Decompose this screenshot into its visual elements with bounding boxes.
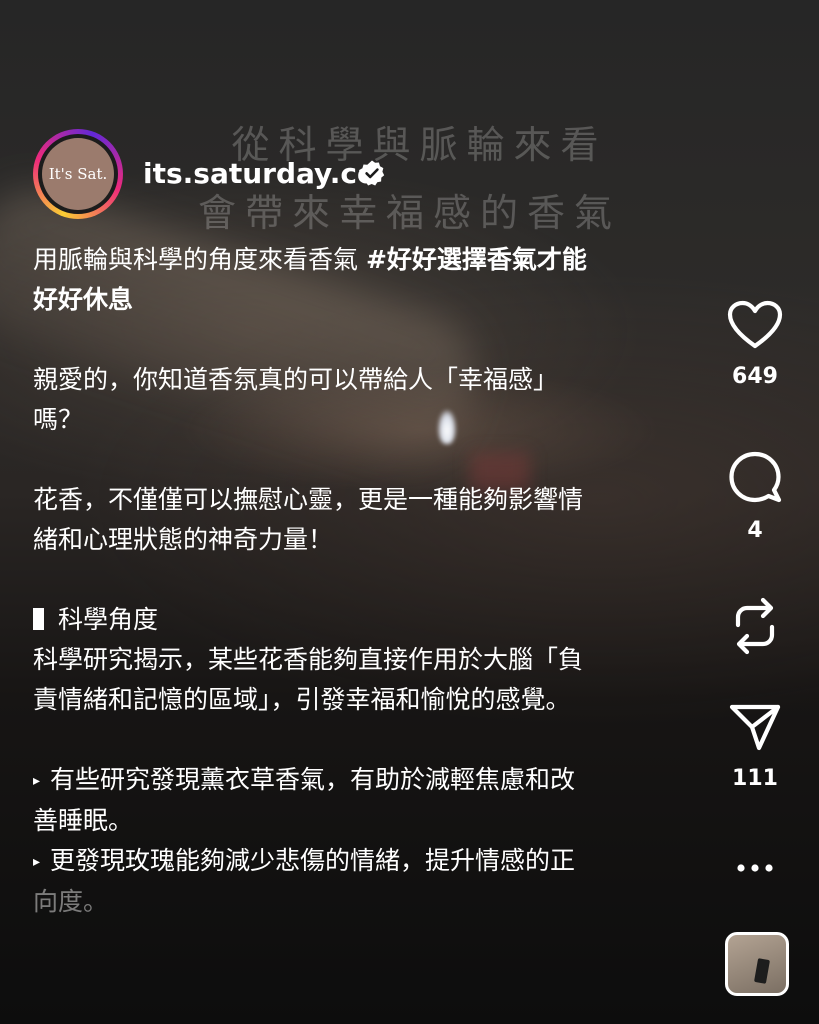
audio-thumbnail-image — [754, 958, 770, 984]
caption-headline: 用脈輪與科學的角度來看香氣 #好好選擇香氣才能 — [33, 240, 683, 280]
author-avatar[interactable]: It's Sat. — [42, 138, 114, 210]
caption-headline-text: 用脈輪與科學的角度來看香氣 — [33, 245, 366, 274]
video-overlay-title-line-1: 從科學與脈輪來看 — [231, 123, 608, 167]
bullet-1-text: 有些研究發現薰衣草香氣，有助於減輕焦慮和改 — [50, 765, 576, 794]
caption-bullet-1-line-2: 善睡眠。 — [33, 806, 134, 835]
caption-headline-continuation[interactable]: 好好休息 — [33, 280, 683, 320]
like-count: 649 — [732, 364, 778, 389]
author-avatar-story-ring[interactable]: It's Sat. — [33, 129, 123, 219]
caption-bullet-2-line-2: 向度。 — [33, 887, 109, 916]
paper-plane-icon[interactable] — [728, 702, 782, 752]
caption-paragraph-1-line-1: 親愛的，你知道香氛真的可以帶給人「幸福感」 — [33, 365, 559, 394]
caption-bullet-1-line-1: ▸ 有些研究發現薰衣草香氣，有助於減輕焦慮和改 — [33, 760, 683, 801]
avatar-ring-gap: It's Sat. — [38, 134, 118, 214]
section-heading-text: 科學角度 — [58, 605, 159, 634]
video-overlay-title-line-2: 會帶來幸福感的香氣 — [197, 191, 621, 235]
caption-paragraph-2-line-2: 緒和心理狀態的神奇力量！ — [33, 525, 334, 554]
repost-icon[interactable] — [730, 595, 780, 657]
more-horizontal-icon[interactable] — [737, 860, 773, 876]
caption-section-line-1: 科學研究揭示，某些花香能夠直接作用於大腦「負 — [33, 645, 584, 674]
like-button[interactable]: 649 — [715, 300, 795, 389]
share-button[interactable]: 111 — [715, 702, 795, 791]
heart-icon[interactable] — [727, 300, 783, 350]
post-caption: 用脈輪與科學的角度來看香氣 #好好選擇香氣才能 好好休息 親愛的，你知道香氛真的… — [33, 240, 683, 922]
comment-count: 4 — [747, 518, 763, 543]
share-count: 111 — [732, 766, 778, 791]
author-username[interactable]: its.saturday.co — [143, 157, 376, 190]
comment-button[interactable]: 4 — [715, 450, 795, 543]
bullet-triangle-icon: ▸ — [33, 854, 41, 870]
caption-bullet-2-line-1: ▸ 更發現玫瑰能夠減少悲傷的情緒，提升情感的正 — [33, 841, 683, 882]
caption-hashtag[interactable]: #好好選擇香氣才能 — [366, 245, 587, 274]
repost-button[interactable] — [715, 595, 795, 657]
section-bar-icon — [33, 608, 44, 630]
caption-paragraph-2-line-1: 花香，不僅僅可以撫慰心靈，更是一種能夠影響情 — [33, 485, 584, 514]
audio-thumbnail-button[interactable] — [725, 932, 789, 996]
caption-paragraph-1-line-2: 嗎？ — [33, 405, 84, 434]
verified-badge-icon — [358, 160, 385, 186]
bullet-triangle-icon: ▸ — [33, 773, 41, 789]
caption-section-line-2: 責情緒和記憶的區域」，引發幸福和愉悅的感覺。 — [33, 685, 571, 714]
comment-icon[interactable] — [728, 450, 782, 504]
bullet-2-text: 更發現玫瑰能夠減少悲傷的情緒，提升情感的正 — [50, 846, 576, 875]
caption-section-heading: 科學角度 — [33, 600, 683, 640]
